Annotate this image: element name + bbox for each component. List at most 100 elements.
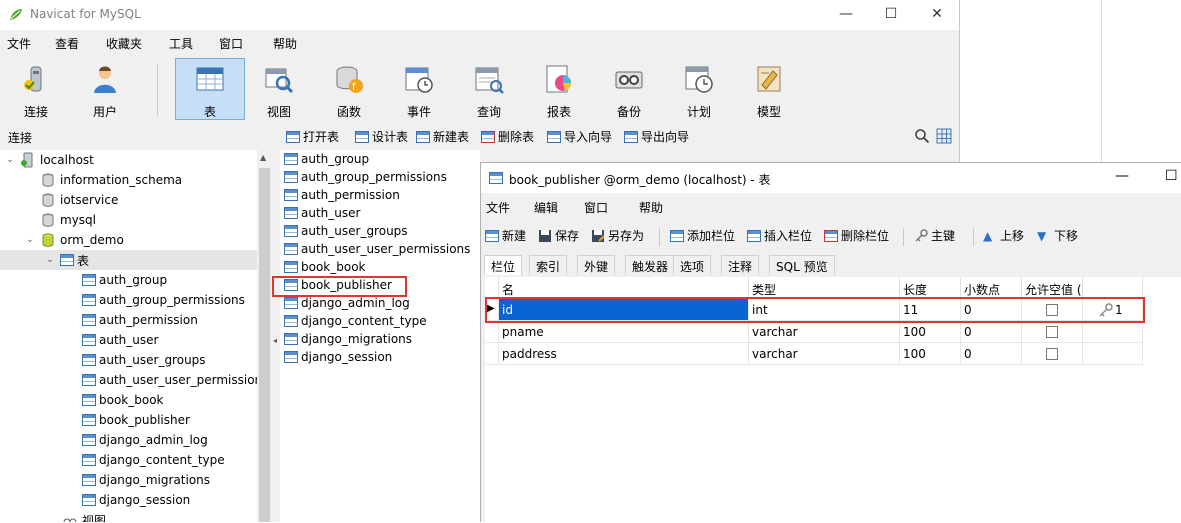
object-list-item[interactable]: auth_user_user_permissions: [284, 240, 470, 258]
menu-help[interactable]: 帮助: [273, 35, 297, 52]
tree-table-item[interactable]: django_migrations: [82, 470, 210, 490]
object-list-item[interactable]: auth_user_groups: [284, 222, 408, 240]
tree-node-localhost[interactable]: ⌄ localhost: [4, 150, 94, 170]
designer-menu-file[interactable]: 文件: [486, 199, 510, 216]
designer-menu-help[interactable]: 帮助: [639, 199, 663, 216]
import-wizard-button[interactable]: 导入向导: [547, 128, 612, 145]
tree-table-item[interactable]: django_content_type: [82, 450, 225, 470]
tab-indexes[interactable]: 索引: [529, 255, 568, 275]
object-list-item[interactable]: auth_user: [284, 204, 360, 222]
tab-triggers[interactable]: 触发器: [625, 255, 676, 275]
tree-table-item[interactable]: auth_user_user_permission: [82, 370, 262, 390]
tree-node-mysql[interactable]: mysql: [40, 210, 96, 230]
designer-save-button[interactable]: 保存: [538, 227, 579, 244]
menu-window[interactable]: 窗口: [219, 35, 243, 52]
toolbar-function-button[interactable]: f 函数: [316, 59, 382, 119]
search-icon[interactable]: [914, 128, 930, 144]
tree-table-item[interactable]: django_admin_log: [82, 430, 208, 450]
open-table-button[interactable]: 打开表: [286, 128, 339, 145]
tree-table-item[interactable]: django_session: [82, 490, 190, 510]
field-name-cell[interactable]: pname: [499, 321, 749, 343]
designer-menu-edit[interactable]: 编辑: [534, 199, 558, 216]
tab-sql-preview[interactable]: SQL 预览: [769, 255, 835, 275]
designer-save-as-button[interactable]: 另存为: [591, 227, 644, 244]
menu-file[interactable]: 文件: [7, 35, 31, 52]
menu-tools[interactable]: 工具: [169, 35, 193, 52]
add-field-button[interactable]: 添加栏位: [670, 227, 735, 244]
not-null-checkbox[interactable]: [1046, 348, 1058, 360]
tab-comment[interactable]: 注释: [721, 255, 760, 275]
toolbar-table-button[interactable]: 表: [175, 58, 245, 120]
tree-table-item[interactable]: auth_group: [82, 270, 167, 290]
tree-table-item[interactable]: book_publisher: [82, 410, 190, 430]
tree-table-item[interactable]: auth_user: [82, 330, 158, 350]
tree-table-item[interactable]: auth_user_groups: [82, 350, 206, 370]
tree-node-orm-demo[interactable]: ⌄ orm_demo: [24, 230, 124, 250]
chevron-down-icon[interactable]: ⌄: [4, 155, 16, 165]
tree-table-item[interactable]: auth_group_permissions: [82, 290, 245, 310]
column-header-not-null[interactable]: 允许空值 (: [1022, 277, 1083, 299]
tab-foreign-keys[interactable]: 外键: [577, 255, 616, 275]
toolbar-connection-button[interactable]: 连接: [3, 59, 69, 119]
delete-table-button[interactable]: 删除表: [481, 128, 534, 145]
not-null-checkbox[interactable]: [1046, 326, 1058, 338]
column-header-decimals[interactable]: 小数点: [961, 277, 1022, 299]
object-list-item[interactable]: django_session: [284, 348, 392, 366]
maximize-button[interactable]: ☐: [881, 4, 901, 24]
tree-table-item[interactable]: book_book: [82, 390, 164, 410]
object-list-item[interactable]: auth_group: [284, 150, 369, 168]
toolbar-event-button[interactable]: 事件: [386, 59, 452, 119]
tree-node-tables[interactable]: ⌄ 表: [0, 250, 257, 270]
field-not-null-cell[interactable]: [1022, 343, 1083, 365]
tree-scrollbar[interactable]: ▲: [257, 150, 272, 522]
column-header-length[interactable]: 长度: [900, 277, 961, 299]
object-list-item[interactable]: django_migrations: [284, 330, 412, 348]
tab-fields[interactable]: 栏位: [484, 255, 523, 275]
scroll-up-icon[interactable]: ▲: [260, 153, 266, 162]
primary-key-button[interactable]: 主键: [914, 227, 955, 244]
field-decimals-cell[interactable]: 0: [961, 343, 1022, 365]
field-length-cell[interactable]: 100: [900, 321, 961, 343]
toolbar-user-button[interactable]: 用户: [72, 59, 138, 119]
field-decimals-cell[interactable]: 0: [961, 321, 1022, 343]
toolbar-schedule-button[interactable]: 计划: [666, 59, 732, 119]
designer-minimize-button[interactable]: —: [1115, 168, 1129, 184]
new-table-button[interactable]: 新建表: [416, 128, 469, 145]
tree-node-views[interactable]: 视图: [62, 510, 106, 522]
object-list-item[interactable]: django_content_type: [284, 312, 427, 330]
move-down-button[interactable]: ▼ 下移: [1037, 227, 1078, 244]
export-wizard-button[interactable]: 导出向导: [624, 128, 689, 145]
tab-options[interactable]: 选项: [673, 255, 712, 275]
chevron-down-icon[interactable]: ⌄: [24, 235, 36, 245]
insert-field-button[interactable]: 插入栏位: [747, 227, 812, 244]
object-list-item[interactable]: book_book: [284, 258, 366, 276]
object-list-item[interactable]: auth_group_permissions: [284, 168, 447, 186]
field-name-cell[interactable]: paddress: [499, 343, 749, 365]
toolbar-view-button[interactable]: 视图: [246, 59, 312, 119]
field-type-cell[interactable]: varchar: [749, 343, 900, 365]
chevron-down-icon[interactable]: ⌄: [44, 255, 56, 265]
tree-node-iotservice[interactable]: iotservice: [40, 190, 118, 210]
toolbar-backup-button[interactable]: 备份: [596, 59, 662, 119]
toolbar-model-button[interactable]: 模型: [736, 59, 802, 119]
delete-field-button[interactable]: 删除栏位: [824, 227, 889, 244]
designer-menu-window[interactable]: 窗口: [584, 199, 608, 216]
toolbar-report-button[interactable]: 报表: [526, 59, 592, 119]
move-up-button[interactable]: ▲ 上移: [983, 227, 1024, 244]
tree-node-information-schema[interactable]: information_schema: [40, 170, 182, 190]
designer-new-button[interactable]: 新建: [485, 227, 526, 244]
grid-view-icon[interactable]: [936, 128, 952, 144]
panel-splitter[interactable]: ◂: [272, 150, 280, 522]
field-not-null-cell[interactable]: [1022, 321, 1083, 343]
design-table-button[interactable]: 设计表: [355, 128, 408, 145]
scrollbar-thumb[interactable]: [259, 168, 270, 522]
column-header-name[interactable]: 名: [499, 277, 749, 299]
designer-maximize-button[interactable]: ☐: [1165, 168, 1178, 184]
menu-favorites[interactable]: 收藏夹: [106, 35, 142, 52]
tree-table-item[interactable]: auth_permission: [82, 310, 198, 330]
minimize-button[interactable]: —: [836, 4, 856, 24]
collapse-arrow-icon[interactable]: ◂: [273, 336, 277, 345]
column-header-type[interactable]: 类型: [749, 277, 900, 299]
object-list-item[interactable]: auth_permission: [284, 186, 400, 204]
close-button[interactable]: ✕: [927, 4, 947, 24]
